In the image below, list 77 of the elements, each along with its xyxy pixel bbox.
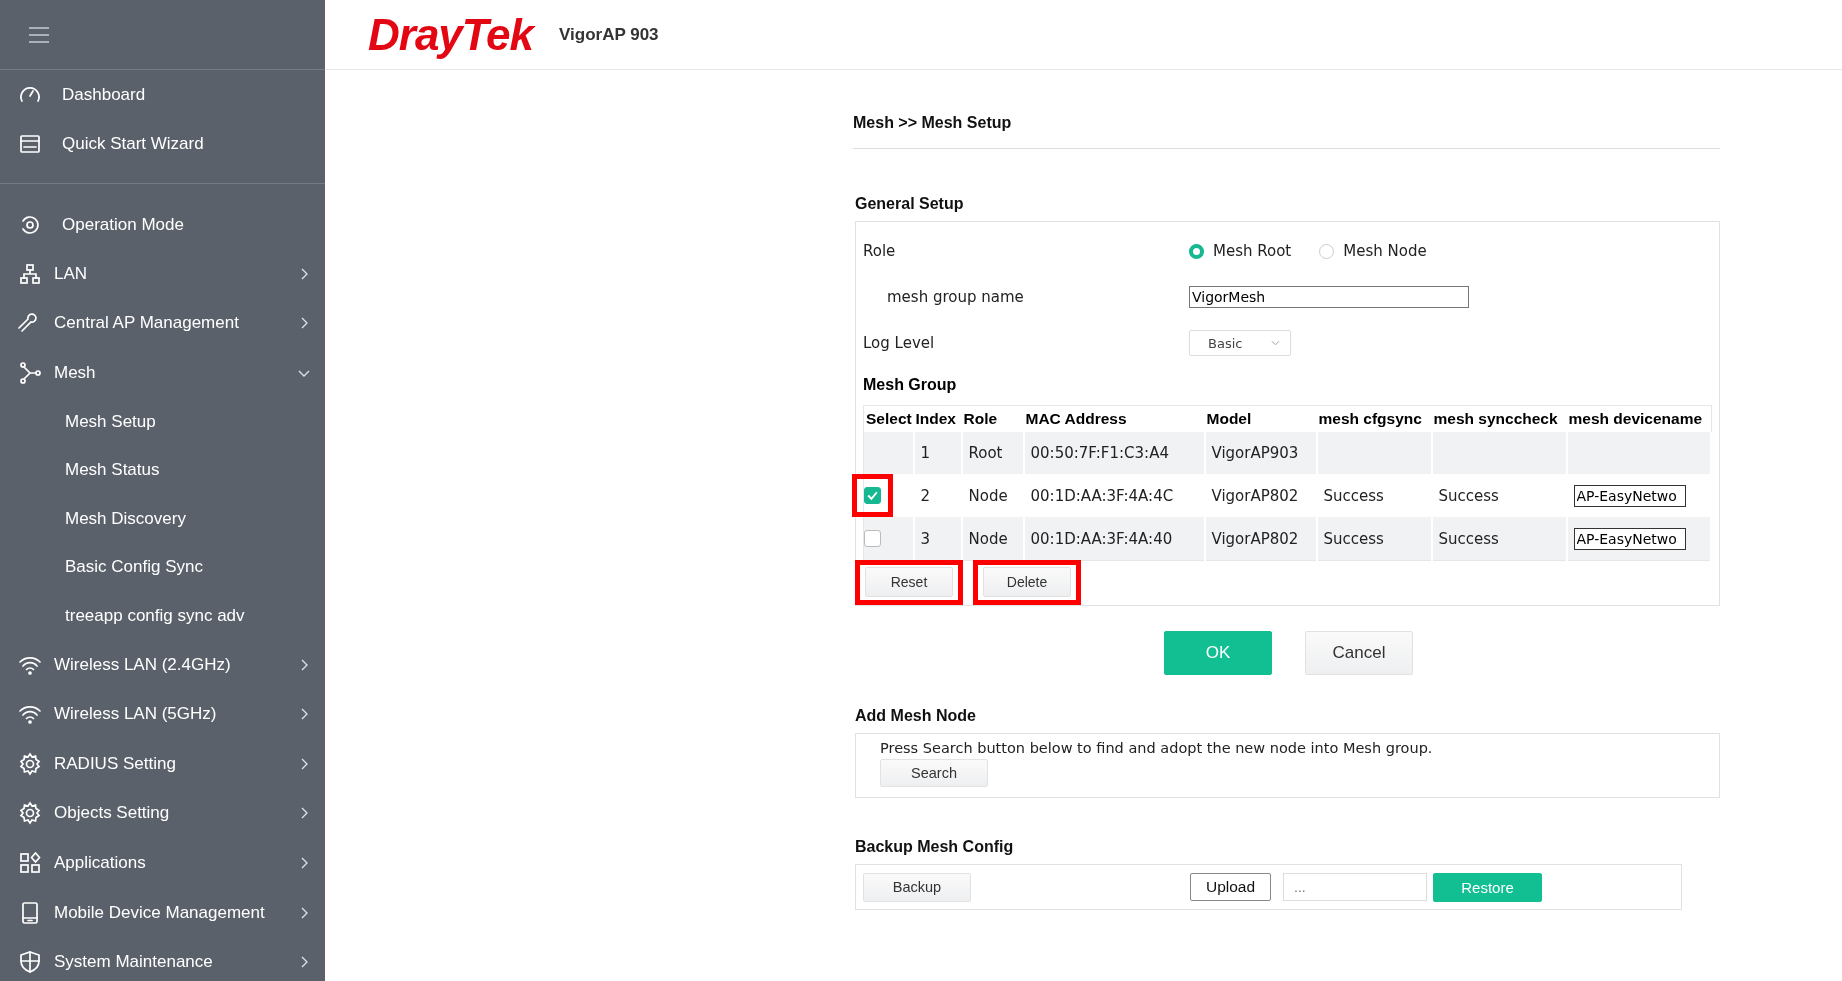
- table-cell: 00:1D:AA:3F:4A:40: [1030, 529, 1173, 548]
- menu-item-icon: [18, 261, 42, 286]
- log-level-dropdown[interactable]: Basic: [1189, 330, 1291, 356]
- group-name-field[interactable]: VigorMesh: [1189, 286, 1469, 308]
- table-cell: 1: [920, 444, 931, 462]
- column-header: mesh devicename: [1566, 405, 1711, 432]
- menu-item-icon: [18, 950, 42, 975]
- table-cell: Node: [968, 486, 1008, 505]
- radio-option[interactable]: Mesh Node: [1319, 242, 1427, 260]
- sidebar-item[interactable]: Applications: [0, 838, 325, 888]
- field-label: Role: [863, 242, 897, 260]
- action-button[interactable]: Reset: [865, 567, 953, 597]
- sidebar-item[interactable]: Quick Start Wizard: [0, 119, 325, 168]
- submenu-item[interactable]: Mesh Discovery: [0, 494, 325, 543]
- section-title: Add Mesh Node: [855, 707, 977, 725]
- sidebar-item[interactable]: Wireless LAN (2.4GHz): [0, 639, 325, 690]
- instruction-text: Press Search button below to find and adopt the new node into Mesh group.: [880, 740, 1434, 756]
- menu-item-icon: [18, 361, 42, 385]
- device-name-field[interactable]: AP-EasyNetwo: [1573, 484, 1686, 507]
- device-model: VigorAP 903: [559, 24, 659, 45]
- file-field[interactable]: ...: [1283, 873, 1427, 901]
- table-cell: Success: [1438, 486, 1499, 505]
- table-cell: Success: [1438, 529, 1499, 548]
- row-checkbox[interactable]: [864, 487, 881, 504]
- column-header: mesh cfgsync: [1316, 405, 1432, 432]
- backup-button[interactable]: Backup: [863, 872, 971, 902]
- search-button[interactable]: Search: [880, 759, 988, 787]
- submenu-item[interactable]: Mesh Setup: [0, 397, 325, 447]
- sidebar-item[interactable]: Operation Mode: [0, 200, 325, 249]
- table-cell: 00:1D:AA:3F:4A:4C: [1030, 486, 1174, 505]
- column-header: Model: [1204, 405, 1317, 432]
- column-header: mesh synccheck: [1431, 405, 1567, 432]
- table-cell: Root: [968, 444, 1003, 462]
- menu-item-icon: [18, 850, 42, 875]
- upload-button[interactable]: Upload: [1190, 873, 1271, 901]
- sidebar-item[interactable]: Central AP Management: [0, 298, 325, 349]
- submenu-item[interactable]: treeapp config sync adv: [0, 591, 325, 640]
- caret-icon: [1271, 340, 1280, 346]
- check-icon: [866, 489, 879, 502]
- submenu-item[interactable]: Basic Config Sync: [0, 542, 325, 592]
- table-cell: Success: [1323, 486, 1384, 505]
- section-title: General Setup: [855, 195, 965, 213]
- menu-item-icon: [18, 751, 42, 776]
- sidebar-item[interactable]: Wireless LAN (5GHz): [0, 689, 325, 739]
- sidebar-item[interactable]: Dashboard: [0, 70, 325, 119]
- column-header: Select: [863, 405, 914, 432]
- submenu-item[interactable]: Mesh Status: [0, 446, 325, 495]
- table-cell: Success: [1323, 529, 1384, 548]
- row-checkbox[interactable]: [864, 530, 881, 547]
- sidebar-item[interactable]: LAN: [0, 249, 325, 299]
- brand-logo: DrayTek: [368, 9, 534, 60]
- table-cell: 00:50:7F:F1:C3:A4: [1030, 444, 1169, 462]
- radio-option[interactable]: Mesh Root: [1189, 242, 1292, 260]
- table-cell: VigorAP802: [1211, 486, 1299, 505]
- field-label: Log Level: [863, 334, 936, 352]
- section-title: Backup Mesh Config: [855, 838, 1015, 856]
- menu-icon[interactable]: [28, 26, 50, 43]
- action-button[interactable]: Delete: [983, 567, 1071, 597]
- sidebar-item[interactable]: RADIUS Setting: [0, 738, 325, 789]
- table-cell: VigorAP903: [1211, 444, 1299, 462]
- breadcrumb: Mesh >> Mesh Setup: [852, 114, 1013, 132]
- column-header: MAC Address: [1023, 405, 1205, 432]
- section-title: Mesh Group: [863, 376, 958, 394]
- table-cell: Node: [968, 529, 1008, 548]
- device-name-field[interactable]: AP-EasyNetwo: [1573, 527, 1686, 550]
- sidebar-item[interactable]: Objects Setting: [0, 788, 325, 839]
- sidebar-item[interactable]: Mesh: [0, 348, 325, 398]
- sidebar-item[interactable]: Mobile Device Management: [0, 887, 325, 938]
- column-header: Role: [961, 405, 1024, 432]
- field-label: mesh group name: [886, 288, 1025, 306]
- table-cell: 3: [920, 529, 931, 548]
- table-cell: 2: [920, 486, 931, 505]
- menu-item-icon: [18, 801, 42, 826]
- cancel-button[interactable]: Cancel: [1305, 631, 1413, 675]
- sidebar-item[interactable]: System Maintenance: [0, 937, 325, 981]
- column-header: Index: [913, 405, 962, 432]
- table-cell: VigorAP802: [1211, 529, 1299, 548]
